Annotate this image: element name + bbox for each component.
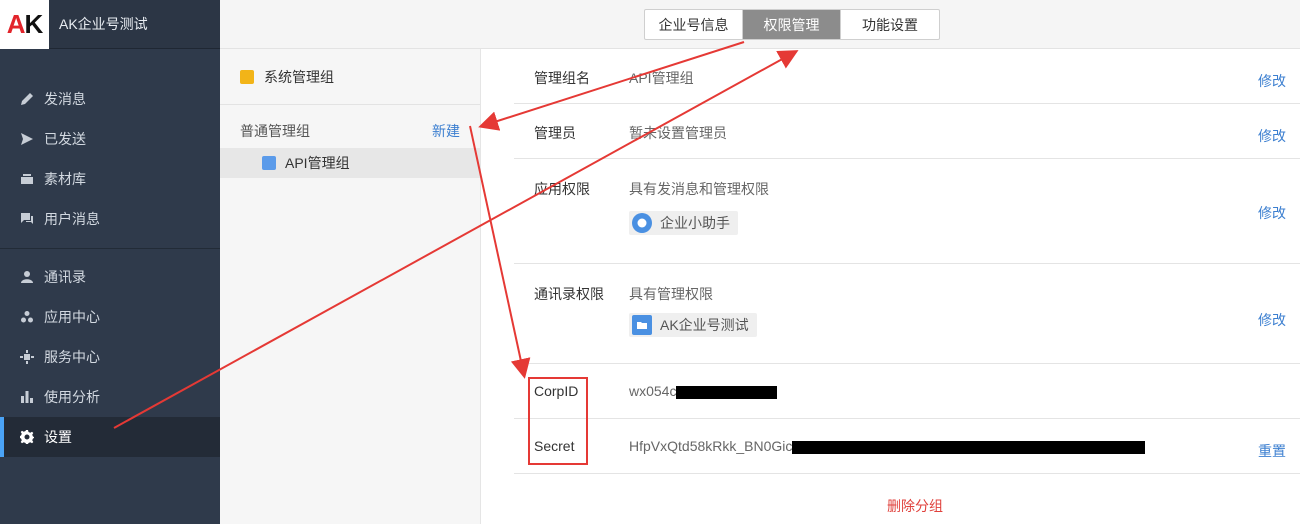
contact-permission-value: 具有管理权限 xyxy=(629,286,713,302)
group-item-label: API管理组 xyxy=(285,155,350,171)
corpid-value-wrapper: wx054c xyxy=(629,383,778,399)
redaction-bar xyxy=(676,385,778,399)
delete-group-link[interactable]: 删除分组 xyxy=(887,496,943,516)
group-name-label: 管理组名 xyxy=(534,70,590,86)
edit-app-permission-link[interactable]: 修改 xyxy=(1258,203,1286,223)
chat-icon xyxy=(18,210,36,228)
contact-permission-label: 通讯录权限 xyxy=(534,286,604,302)
sidebar: AK AK企业号测试 发消息 已发送 素材库 用户消息 通讯录 应用中心 服务中… xyxy=(0,0,220,524)
sidebar-item-contacts[interactable]: 通讯录 xyxy=(0,257,220,297)
row-secret: Secret HfpVxQtd58kRkk_BN0Gic 重置 xyxy=(514,419,1300,474)
new-group-link[interactable]: 新建 xyxy=(432,121,460,141)
sidebar-item-settings[interactable]: 设置 xyxy=(0,417,220,457)
reset-secret-link[interactable]: 重置 xyxy=(1258,441,1286,461)
tab-permission-management[interactable]: 权限管理 xyxy=(743,10,841,39)
secret-value-wrapper: HfpVxQtd58kRkk_BN0Gic xyxy=(629,438,1146,454)
gear-icon xyxy=(18,428,36,446)
sidebar-item-service-center[interactable]: 服务中心 xyxy=(0,337,220,377)
sidebar-item-send-message[interactable]: 发消息 xyxy=(0,79,220,119)
sidebar-item-label: 素材库 xyxy=(44,171,86,187)
group-item-api[interactable]: API管理组 xyxy=(220,148,480,178)
app-permission-label: 应用权限 xyxy=(534,181,590,197)
sidebar-item-analytics[interactable]: 使用分析 xyxy=(0,377,220,417)
edit-group-name-link[interactable]: 修改 xyxy=(1258,71,1286,91)
sidebar-item-app-center[interactable]: 应用中心 xyxy=(0,297,220,337)
apps-icon xyxy=(18,308,36,326)
sidebar-item-sent[interactable]: 已发送 xyxy=(0,119,220,159)
folder-icon xyxy=(632,315,652,335)
row-corpid: CorpID wx054c xyxy=(514,364,1300,419)
annotation-highlight-box xyxy=(528,377,588,465)
admin-value: 暂未设置管理员 xyxy=(629,125,727,141)
sidebar-item-label: 服务中心 xyxy=(44,349,100,365)
service-icon xyxy=(18,348,36,366)
ordinary-group-title: 普通管理组 xyxy=(240,123,310,139)
admin-group-panel: 系统管理组 普通管理组 新建 API管理组 xyxy=(220,49,481,524)
sidebar-item-label: 发消息 xyxy=(44,91,86,107)
group-detail: 管理组名 API管理组 修改 管理员 暂未设置管理员 修改 应用权限 具有发消息… xyxy=(514,49,1300,474)
bar-chart-icon xyxy=(18,388,36,406)
sidebar-item-label: 设置 xyxy=(44,429,72,445)
sidebar-item-materials[interactable]: 素材库 xyxy=(0,159,220,199)
brand-header: AK AK企业号测试 xyxy=(0,0,220,49)
user-group-icon xyxy=(262,156,276,170)
system-admin-group[interactable]: 系统管理组 xyxy=(220,49,480,105)
row-admin: 管理员 暂未设置管理员 修改 xyxy=(514,104,1300,159)
user-icon xyxy=(18,268,36,286)
contact-chip: AK企业号测试 xyxy=(629,313,757,337)
sidebar-item-label: 应用中心 xyxy=(44,309,100,325)
sidebar-divider xyxy=(0,248,220,249)
row-group-name: 管理组名 API管理组 修改 xyxy=(514,49,1300,104)
app-permission-value: 具有发消息和管理权限 xyxy=(629,181,769,197)
admin-label: 管理员 xyxy=(534,125,576,141)
row-contact-permission: 通讯录权限 具有管理权限 AK企业号测试 修改 xyxy=(514,264,1300,364)
top-bar: 企业号信息 权限管理 功能设置 xyxy=(220,0,1300,49)
app-chip: 企业小助手 xyxy=(629,211,738,235)
admin-group-icon xyxy=(240,69,254,84)
app-chip-label: 企业小助手 xyxy=(660,215,730,231)
tab-enterprise-info[interactable]: 企业号信息 xyxy=(645,10,743,39)
app-title: AK企业号测试 xyxy=(59,16,148,32)
sidebar-item-label: 已发送 xyxy=(44,131,86,147)
system-group-label: 系统管理组 xyxy=(264,68,334,85)
secret-value: HfpVxQtd58kRkk_BN0Gic xyxy=(629,438,793,454)
edit-contact-permission-link[interactable]: 修改 xyxy=(1258,310,1286,330)
edit-admin-link[interactable]: 修改 xyxy=(1258,126,1286,146)
inbox-icon xyxy=(18,170,36,188)
corpid-value: wx054c xyxy=(629,383,677,399)
sidebar-item-user-messages[interactable]: 用户消息 xyxy=(0,199,220,239)
logo-letter-k: K xyxy=(24,8,44,39)
logo-letter-a: A xyxy=(6,8,26,39)
redaction-bar xyxy=(792,440,1146,454)
sidebar-item-label: 通讯录 xyxy=(44,269,86,285)
ak-logo: AK xyxy=(0,0,49,49)
contact-chip-label: AK企业号测试 xyxy=(660,317,749,333)
tab-feature-settings[interactable]: 功能设置 xyxy=(841,10,939,39)
row-app-permission: 应用权限 具有发消息和管理权限 企业小助手 修改 xyxy=(514,159,1300,264)
chat-bubble-icon xyxy=(632,213,652,233)
send-icon xyxy=(18,130,36,148)
pencil-icon xyxy=(18,90,36,108)
tab-group: 企业号信息 权限管理 功能设置 xyxy=(644,9,940,40)
sidebar-item-label: 用户消息 xyxy=(44,211,100,227)
sidebar-item-label: 使用分析 xyxy=(44,389,100,405)
group-name-value: API管理组 xyxy=(629,70,694,86)
